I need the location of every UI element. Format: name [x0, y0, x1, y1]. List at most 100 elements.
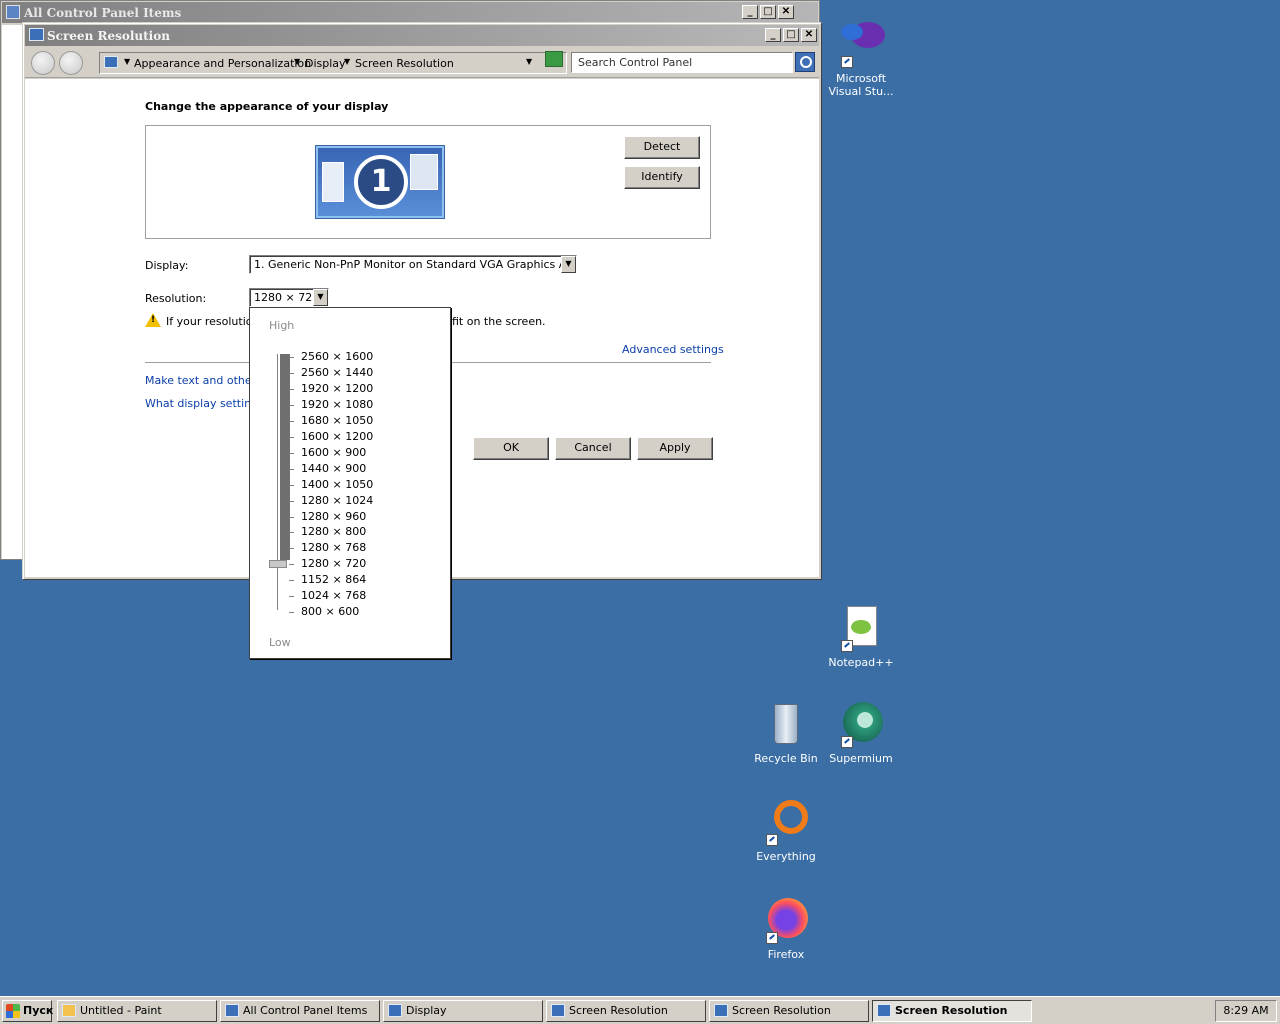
breadcrumb-display[interactable]: Display — [305, 57, 346, 70]
resolution-option[interactable]: 1280 × 960 — [301, 510, 366, 523]
apply-button[interactable]: Apply — [637, 437, 713, 460]
monitor-number: 1 — [354, 155, 408, 209]
warning-text-end: fit on the screen. — [452, 315, 546, 328]
window-title: Screen Resolution — [47, 29, 170, 43]
slider-tick — [289, 405, 294, 406]
resolution-option[interactable]: 1152 × 864 — [301, 573, 366, 586]
taskbar-button-screen-resolution-active[interactable]: Screen Resolution — [872, 1000, 1032, 1022]
firefox-icon — [762, 896, 810, 944]
desktop-icon-recycle-bin[interactable]: Recycle Bin — [748, 700, 824, 765]
slider-fill — [280, 354, 290, 560]
display-settings-icon — [551, 1004, 565, 1017]
ok-button[interactable]: OK — [473, 437, 549, 460]
display-select[interactable]: 1. Generic Non-PnP Monitor on Standard V… — [249, 255, 577, 274]
desktop-icon-label: Everything — [756, 850, 816, 863]
supermium-icon — [837, 700, 885, 748]
resolution-select[interactable]: 1280 × 720 ▼ — [249, 288, 329, 307]
resolution-option[interactable]: 2560 × 1600 — [301, 350, 373, 363]
monitor-1[interactable]: 1 — [316, 146, 444, 218]
desktop-icon-supermium[interactable]: Supermium — [823, 700, 899, 765]
display-settings-icon — [29, 28, 44, 41]
resolution-option[interactable]: 1280 × 720 — [301, 557, 366, 570]
control-panel-icon — [6, 5, 20, 19]
minimize-button[interactable]: _ — [765, 28, 781, 42]
shortcut-arrow-icon — [766, 932, 778, 944]
bg-window-title: All Control Panel Items — [24, 6, 182, 20]
slider-track[interactable] — [277, 354, 278, 610]
make-text-larger-link[interactable]: Make text and other i — [145, 374, 263, 387]
breadcrumb-appearance[interactable]: Appearance and Personalization — [134, 57, 311, 70]
identify-button[interactable]: Identify — [624, 166, 700, 189]
slider-tick — [289, 517, 294, 518]
search-icon[interactable] — [795, 52, 815, 72]
system-tray-clock[interactable]: 8:29 AM — [1215, 1000, 1277, 1022]
desktop-icon-visual-studio[interactable]: Microsoft Visual Stu... — [823, 20, 899, 98]
minimize-button[interactable]: _ — [742, 5, 758, 19]
close-button[interactable]: ✕ — [801, 28, 817, 42]
resolution-option[interactable]: 1440 × 900 — [301, 462, 366, 475]
resolution-option[interactable]: 1280 × 800 — [301, 525, 366, 538]
slider-tick — [289, 453, 294, 454]
start-label: Пуск — [23, 1004, 54, 1017]
address-dropdown-icon[interactable]: ▼ — [526, 57, 532, 66]
close-button[interactable]: ✕ — [778, 5, 794, 19]
resolution-option[interactable]: 1280 × 1024 — [301, 494, 373, 507]
slider-tick — [289, 357, 294, 358]
resolution-option[interactable]: 1920 × 1200 — [301, 382, 373, 395]
resolution-option[interactable]: 1600 × 1200 — [301, 430, 373, 443]
chevron-down-icon[interactable]: ▼ — [313, 289, 328, 306]
display-settings-help-link[interactable]: What display settings — [145, 397, 264, 410]
window-titlebar[interactable]: Screen Resolution _ □ ✕ — [25, 25, 819, 46]
monitor-window-icon — [322, 162, 344, 202]
resolution-option[interactable]: 2560 × 1440 — [301, 366, 373, 379]
address-bar[interactable]: ▼ Appearance and Personalization ▼ Displ… — [99, 52, 567, 74]
taskbar-button-paint[interactable]: Untitled - Paint — [57, 1000, 217, 1022]
navigation-bar: ▼ Appearance and Personalization ▼ Displ… — [25, 48, 819, 78]
slider-tick — [289, 548, 294, 549]
resolution-option[interactable]: 1400 × 1050 — [301, 478, 373, 491]
resolution-option[interactable]: 1024 × 768 — [301, 589, 366, 602]
maximize-button[interactable]: □ — [760, 5, 776, 19]
taskbar-button-screen-resolution[interactable]: Screen Resolution — [709, 1000, 869, 1022]
desktop-icon-notepad-plus-plus[interactable]: Notepad++ — [823, 604, 899, 669]
desktop-icon-label: Supermium — [829, 752, 893, 765]
slider-tick — [289, 437, 294, 438]
chevron-down-icon[interactable]: ▼ — [561, 256, 576, 273]
warning-icon — [145, 313, 161, 327]
maximize-button[interactable]: □ — [783, 28, 799, 42]
taskbar-button-label: Screen Resolution — [732, 1004, 831, 1017]
chevron-down-icon[interactable]: ▼ — [124, 57, 130, 66]
resolution-option[interactable]: 1920 × 1080 — [301, 398, 373, 411]
back-button[interactable] — [31, 51, 55, 75]
chevron-down-icon[interactable]: ▼ — [344, 57, 350, 66]
taskbar-button-display[interactable]: Display — [383, 1000, 543, 1022]
resolution-option[interactable]: 1680 × 1050 — [301, 414, 373, 427]
page-title: Change the appearance of your display — [145, 100, 389, 113]
slider-tick — [289, 373, 294, 374]
advanced-settings-link[interactable]: Advanced settings — [622, 343, 724, 356]
windows-logo-icon — [6, 1004, 20, 1018]
resolution-option[interactable]: 1600 × 900 — [301, 446, 366, 459]
desktop-icon-everything[interactable]: Everything — [748, 798, 824, 863]
detect-button[interactable]: Detect — [624, 136, 700, 159]
control-panel-icon — [225, 1004, 239, 1017]
refresh-icon[interactable] — [545, 51, 563, 67]
breadcrumb-screen-resolution[interactable]: Screen Resolution — [355, 57, 454, 70]
shortcut-arrow-icon — [841, 640, 853, 652]
high-label: High — [269, 319, 295, 332]
forward-button[interactable] — [59, 51, 83, 75]
chevron-down-icon[interactable]: ▼ — [294, 57, 300, 66]
search-input[interactable]: Search Control Panel — [571, 52, 793, 73]
monitor-arrangement-box: 1 Detect Identify — [145, 125, 711, 239]
resolution-option[interactable]: 800 × 600 — [301, 605, 359, 618]
cancel-button[interactable]: Cancel — [555, 437, 631, 460]
taskbar-button-all-control-panel-items[interactable]: All Control Panel Items — [220, 1000, 380, 1022]
desktop-icon-firefox[interactable]: Firefox — [748, 896, 824, 961]
start-button[interactable]: Пуск — [2, 1000, 54, 1022]
taskbar-button-screen-resolution[interactable]: Screen Resolution — [546, 1000, 706, 1022]
resolution-dropdown-popup[interactable]: High 2560 × 1600 2560 × 1440 1920 × 1200 19… — [249, 307, 451, 659]
bg-window-content — [2, 25, 24, 559]
slider-thumb[interactable] — [269, 560, 287, 568]
bg-window-titlebar[interactable]: All Control Panel Items _ □ ✕ — [2, 2, 818, 23]
resolution-option[interactable]: 1280 × 768 — [301, 541, 366, 554]
